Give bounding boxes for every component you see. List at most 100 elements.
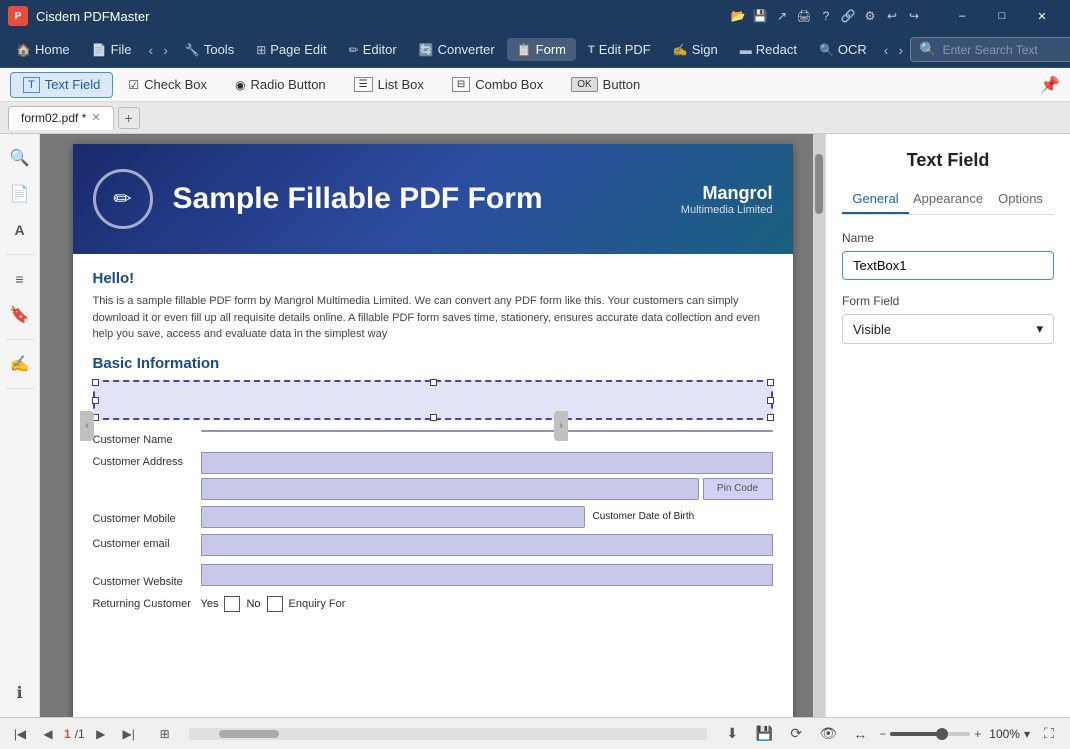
handle-bm[interactable] — [430, 414, 437, 421]
vertical-scrollbar[interactable] — [813, 134, 825, 717]
sidebar-text-icon[interactable]: A — [4, 214, 36, 246]
handle-ml[interactable] — [92, 397, 99, 404]
handle-mr[interactable] — [767, 397, 774, 404]
menu-file[interactable]: 📄 File — [82, 38, 142, 61]
first-page-button[interactable]: |◀ — [8, 722, 32, 746]
zoom-out-icon[interactable]: − — [879, 727, 886, 741]
radio-button-button[interactable]: ◉ Radio Button — [222, 72, 339, 97]
menu-home[interactable]: 🏠 Home — [6, 38, 80, 61]
more-back[interactable]: ‹ — [879, 38, 894, 62]
minimize-button[interactable]: – — [942, 0, 982, 32]
toolbar-pin[interactable]: 📌 — [1040, 75, 1060, 95]
open-icon[interactable]: 📂 — [730, 8, 746, 24]
address-field-2[interactable] — [201, 478, 699, 500]
zoom-in-icon[interactable]: + — [974, 727, 981, 741]
nav-back[interactable]: ‹ — [144, 38, 159, 62]
nav-forward[interactable]: › — [158, 38, 173, 62]
sidebar-signature-icon[interactable]: ✍ — [4, 348, 36, 380]
menu-edit-pdf[interactable]: T Edit PDF — [578, 38, 661, 61]
fit-width-button[interactable]: ↔ — [847, 721, 873, 747]
zoom-thumb[interactable] — [936, 728, 948, 740]
tab-label: form02.pdf * — [21, 111, 86, 125]
selected-field-box — [93, 380, 773, 420]
hscrollbar-thumb[interactable] — [219, 730, 279, 738]
sidebar-info-icon[interactable]: ℹ — [4, 677, 36, 709]
customer-name-field[interactable] — [201, 430, 773, 432]
redo-icon[interactable]: ↪ — [906, 8, 922, 24]
website-field[interactable] — [201, 564, 773, 586]
menu-form[interactable]: 📋 Form — [507, 38, 576, 61]
menu-editor[interactable]: ✏ Editor — [339, 38, 407, 61]
menu-page-edit[interactable]: ⊞ Page Edit — [246, 38, 336, 61]
fit-page-button[interactable]: ⊞ — [153, 722, 177, 746]
export-button[interactable]: ⬇ — [719, 721, 745, 747]
pin-code-field[interactable]: Pin Code — [703, 478, 773, 500]
tab-options[interactable]: Options — [987, 185, 1054, 214]
next-page-button[interactable]: ▶ — [89, 722, 113, 746]
rotate-button[interactable]: ⟳ — [783, 721, 809, 747]
form-field-select[interactable]: Visible ▾ — [842, 314, 1054, 344]
search-input[interactable] — [943, 43, 1070, 57]
sidebar-list-icon[interactable]: ≡ — [4, 263, 36, 295]
check-box-button[interactable]: ☑ Check Box — [115, 72, 220, 97]
text-field-button[interactable]: T Text Field — [10, 72, 113, 98]
sidebar-separator — [6, 254, 34, 255]
save-icon[interactable]: 💾 — [752, 8, 768, 24]
sidebar-document-icon[interactable]: 📄 — [4, 178, 36, 210]
fullscreen-button[interactable]: ⛶ — [1036, 721, 1062, 747]
tab-general[interactable]: General — [842, 185, 909, 214]
handle-tr[interactable] — [767, 379, 774, 386]
menu-ocr[interactable]: 🔍 OCR — [809, 38, 877, 61]
undo-icon[interactable]: ↩ — [884, 8, 900, 24]
email-field[interactable] — [201, 534, 773, 556]
tab-form02[interactable]: form02.pdf * ✕ — [8, 106, 114, 130]
textfield-icon: T — [23, 77, 40, 93]
last-page-button[interactable]: ▶| — [117, 722, 141, 746]
mobile-field[interactable] — [201, 506, 585, 528]
pdf-main-title: Sample Fillable PDF Form — [173, 182, 661, 216]
name-input[interactable] — [842, 251, 1054, 280]
link-icon[interactable]: 🔗 — [840, 8, 856, 24]
zoom-track[interactable] — [890, 732, 970, 736]
settings-icon[interactable]: ⚙ — [862, 8, 878, 24]
combo-box-button[interactable]: ⊟ Combo Box — [439, 72, 556, 97]
collapse-right-button[interactable]: › — [554, 411, 568, 441]
menu-sign[interactable]: ✍ Sign — [663, 38, 728, 61]
email-website-fields — [201, 534, 773, 586]
pdf-logo: ✏ — [93, 169, 153, 229]
collapse-left-button[interactable]: ‹ — [80, 411, 94, 441]
handle-tl[interactable] — [92, 379, 99, 386]
add-tab-button[interactable]: + — [118, 107, 140, 129]
sidebar-search-icon[interactable]: 🔍 — [4, 142, 36, 174]
horizontal-scrollbar[interactable] — [189, 728, 708, 740]
more-forward[interactable]: › — [893, 38, 908, 62]
address-field-1[interactable] — [201, 452, 773, 474]
prev-page-button[interactable]: ◀ — [36, 722, 60, 746]
menu-tools[interactable]: 🔧 Tools — [175, 38, 244, 61]
help-icon[interactable]: ? — [818, 8, 834, 24]
yes-checkbox[interactable] — [224, 596, 240, 612]
tabbar: form02.pdf * ✕ + — [0, 102, 1070, 134]
zoom-dropdown-icon[interactable]: ▾ — [1024, 727, 1030, 741]
email-label: Customer email Customer Website — [93, 534, 193, 588]
button-button[interactable]: OK Button — [558, 72, 653, 97]
share-icon[interactable]: ↗ — [774, 8, 790, 24]
print-icon[interactable]: 🖨 — [796, 8, 812, 24]
maximize-button[interactable]: □ — [982, 0, 1022, 32]
save-button2[interactable]: 💾 — [751, 721, 777, 747]
menu-converter[interactable]: 🔄 Converter — [409, 38, 505, 61]
close-button[interactable]: ✕ — [1022, 0, 1062, 32]
titlebar-icons: 📂 💾 ↗ 🖨 ? 🔗 ⚙ ↩ ↪ — [730, 8, 922, 24]
menu-redact[interactable]: ▬ Redact — [730, 38, 807, 61]
scrollbar-thumb[interactable] — [815, 154, 823, 214]
handle-br[interactable] — [767, 414, 774, 421]
list-box-button[interactable]: ☰ List Box — [341, 72, 437, 97]
tab-appearance[interactable]: Appearance — [909, 185, 987, 214]
selected-text-field[interactable] — [93, 380, 773, 420]
view-button[interactable]: 👁 — [815, 721, 841, 747]
handle-tm[interactable] — [430, 379, 437, 386]
no-checkbox[interactable] — [267, 596, 283, 612]
search-box[interactable]: 🔍 — [910, 37, 1070, 62]
tab-close-icon[interactable]: ✕ — [91, 111, 100, 124]
sidebar-bookmark-icon[interactable]: 🔖 — [4, 299, 36, 331]
